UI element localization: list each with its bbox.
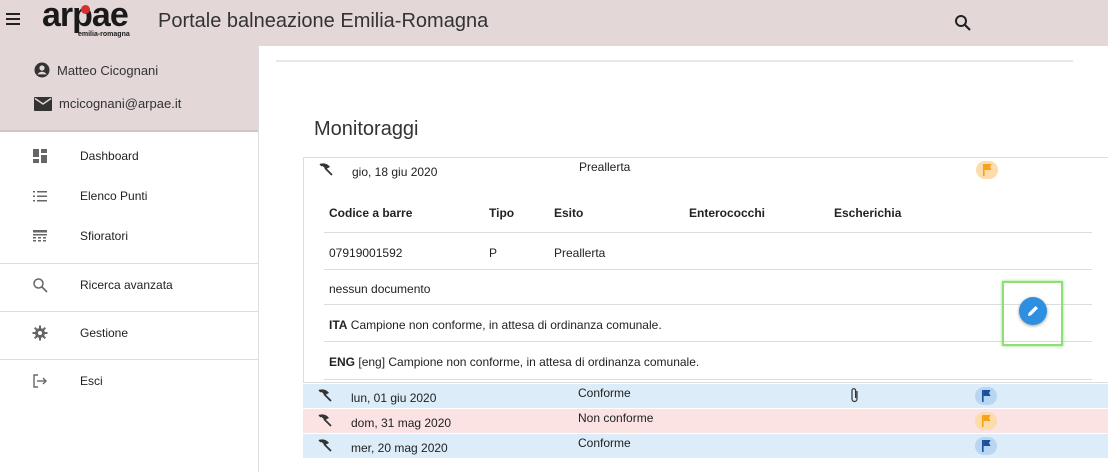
monitoraggio-date: mer, 20 mag 2020	[351, 441, 448, 455]
user-panel: Matteo Cicognani mcicognani@arpae.it	[0, 46, 258, 132]
beach-umbrella-icon	[318, 389, 332, 402]
account-circle-icon	[34, 62, 50, 78]
sidebar-item-dashboard[interactable]: Dashboard	[0, 136, 258, 176]
edit-button[interactable]	[1019, 297, 1047, 325]
sidebar: Matteo Cicognani mcicognani@arpae.it Das…	[0, 46, 259, 472]
table-cell: Preallerta	[554, 246, 606, 260]
note-eng-text: [eng] Campione non conforme, in attesa d…	[358, 355, 700, 369]
app-title: Portale balneazione Emilia-Romagna	[158, 10, 489, 32]
logout-icon	[33, 374, 47, 388]
monitoraggio-esito: Non conforme	[578, 411, 654, 425]
paperclip-icon[interactable]	[849, 387, 861, 403]
monitoraggio-detail: Codice a barre Tipo Esito Enterococchi E…	[304, 182, 1108, 384]
pencil-icon	[1028, 306, 1038, 316]
column-header: Escherichia	[834, 206, 902, 220]
sidebar-item-label: Ricerca avanzata	[80, 278, 173, 292]
logo-subtext: emilia-romagna	[78, 31, 130, 38]
beach-umbrella-icon	[318, 439, 332, 452]
main-content: Monitoraggi gio, 18 giu 2020 Preallerta …	[258, 46, 1108, 472]
table-divider	[324, 304, 1092, 305]
note-ita-text: Campione non conforme, in attesa di ordi…	[350, 318, 662, 332]
flag-icon	[975, 437, 997, 455]
sidebar-item-elenco-punti[interactable]: Elenco Punti	[0, 176, 258, 216]
column-header: Tipo	[489, 206, 515, 220]
flag-icon	[976, 161, 998, 179]
table-cell: 07919001592	[329, 246, 403, 260]
sidebar-item-ricerca-avanzata[interactable]: Ricerca avanzata	[0, 265, 258, 305]
page-title: Monitoraggi	[314, 118, 419, 140]
column-header: Enterococchi	[689, 206, 766, 220]
sidebar-item-label: Dashboard	[80, 149, 139, 163]
monitoraggio-date: gio, 18 giu 2020	[352, 165, 438, 179]
hamburger-menu-icon[interactable]	[6, 11, 22, 27]
monitoraggio-row[interactable]: mer, 20 mag 2020 Conforme	[303, 434, 1108, 458]
note-ita-label: ITA	[329, 318, 348, 332]
user-name: Matteo Cicognani	[57, 62, 159, 78]
sidebar-item-label: Gestione	[80, 326, 129, 340]
monitoraggio-date: lun, 01 giu 2020	[351, 391, 437, 405]
sidebar-item-esci[interactable]: Esci	[0, 361, 258, 401]
sidebar-divider	[0, 263, 258, 264]
sidebar-item-label: Sfioratori	[80, 229, 129, 243]
table-divider	[324, 379, 1092, 380]
monitoraggio-row[interactable]: lun, 01 giu 2020 Conforme	[303, 384, 1108, 408]
documents-text: nessun documento	[329, 282, 431, 296]
gear-icon	[32, 325, 48, 341]
table-divider	[324, 232, 1092, 233]
monitoraggio-esito: Conforme	[578, 436, 631, 450]
email-icon	[34, 96, 52, 111]
note-ita: ITA Campione non conforme, in attesa di …	[329, 318, 662, 332]
monitoraggio-row-expanded[interactable]: gio, 18 giu 2020 Preallerta Codice a bar…	[303, 157, 1108, 383]
column-header: Codice a barre	[329, 206, 413, 220]
sidebar-item-label: Esci	[80, 374, 103, 388]
monitoraggio-esito: Conforme	[578, 386, 631, 400]
monitoraggio-esito: Preallerta	[579, 160, 631, 174]
flag-icon	[975, 412, 997, 430]
monitoraggio-row[interactable]: dom, 31 mag 2020 Non conforme	[303, 409, 1108, 433]
column-header: Esito	[554, 206, 584, 220]
monitoraggi-panel: gio, 18 giu 2020 Preallerta Codice a bar…	[303, 157, 1108, 472]
user-email: mcicognani@arpae.it	[59, 96, 182, 111]
beach-umbrella-icon	[318, 414, 332, 427]
search-icon	[33, 278, 48, 293]
sidebar-item-gestione[interactable]: Gestione	[0, 313, 258, 353]
beach-umbrella-icon	[319, 163, 333, 176]
sidebar-divider	[0, 359, 258, 360]
dashboard-icon	[33, 149, 47, 163]
user-name-row: Matteo Cicognani	[34, 62, 158, 78]
arpae-logo: arpae emilia-romagna	[34, 0, 154, 46]
sidebar-divider	[0, 311, 258, 312]
monitoraggio-date: dom, 31 mag 2020	[351, 416, 452, 430]
edit-highlight	[1002, 281, 1063, 346]
top-divider	[276, 60, 1073, 62]
search-icon[interactable]	[952, 12, 974, 34]
sidebar-item-label: Elenco Punti	[80, 189, 148, 203]
table-cell: P	[489, 246, 498, 260]
top-app-bar: arpae emilia-romagna Portale balneazione…	[0, 0, 1108, 46]
user-email-row: mcicognani@arpae.it	[34, 96, 181, 111]
table-divider	[324, 341, 1092, 342]
table-divider	[324, 269, 1092, 270]
list-icon	[33, 191, 47, 202]
logo-dot	[81, 5, 90, 14]
flag-icon	[975, 387, 997, 405]
sidebar-item-sfioratori[interactable]: Sfioratori	[0, 216, 258, 256]
sfioratori-icon	[33, 230, 47, 242]
note-eng: ENG [eng] Campione non conforme, in atte…	[329, 355, 699, 369]
note-eng-label: ENG	[329, 355, 356, 369]
